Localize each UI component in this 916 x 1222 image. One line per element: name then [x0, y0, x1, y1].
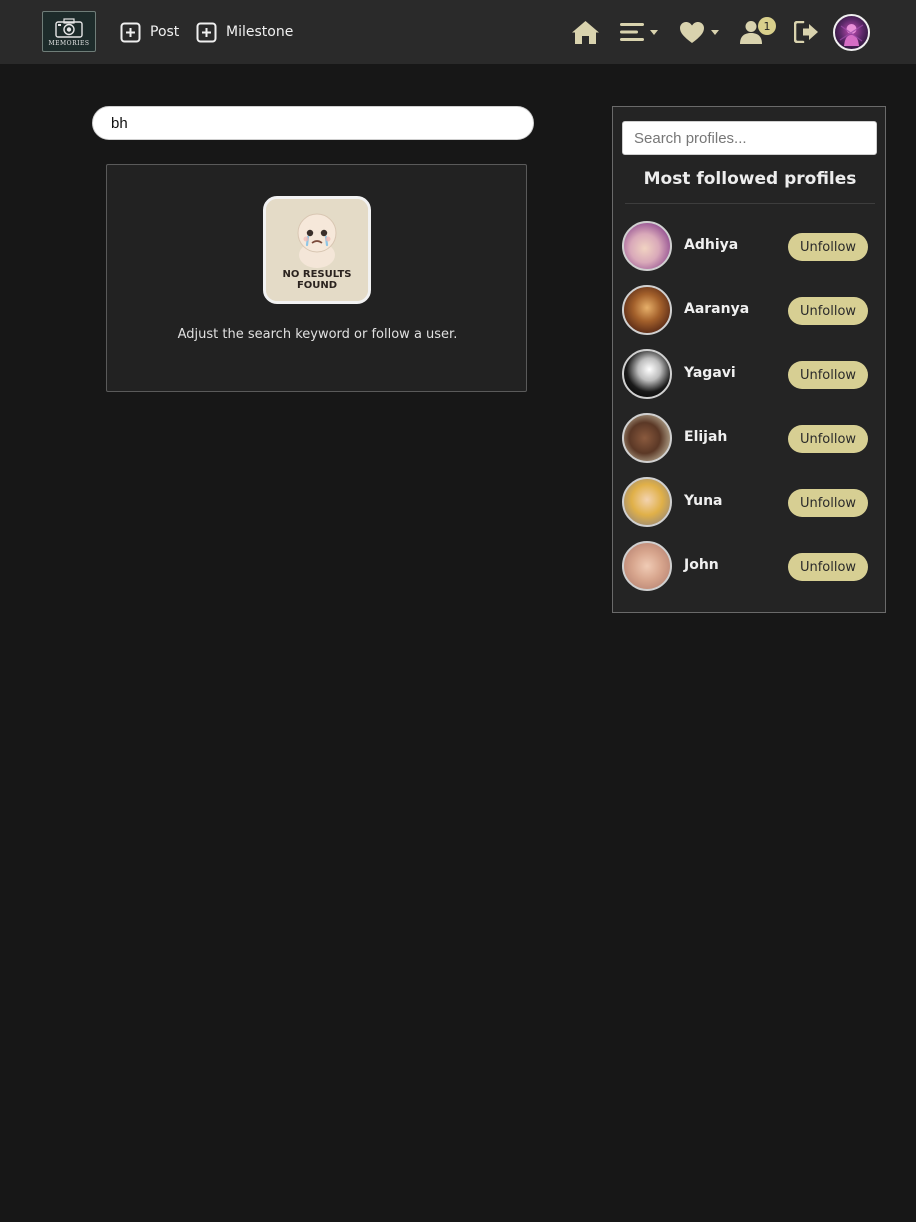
top-navbar: MEMORIES Post Milestone 1: [0, 0, 916, 64]
unfollow-button[interactable]: Unfollow: [788, 553, 868, 581]
profile-row: Adhiya Unfollow: [622, 221, 877, 271]
menu-dropdown[interactable]: [620, 15, 658, 49]
profile-name[interactable]: Aaranya: [684, 301, 749, 317]
profile-row: Yagavi Unfollow: [622, 349, 877, 399]
no-results-message: Adjust the search keyword or follow a us…: [177, 327, 458, 342]
camera-icon: [55, 17, 83, 38]
profile-name[interactable]: John: [684, 557, 719, 573]
avatar[interactable]: [622, 413, 672, 463]
notification-badge: 1: [758, 17, 776, 35]
no-results-image-text: NO RESULTS FOUND: [266, 269, 368, 291]
plus-square-icon: [196, 22, 217, 42]
heart-icon: [680, 21, 704, 43]
unfollow-button[interactable]: Unfollow: [788, 233, 868, 261]
search-profiles-input[interactable]: [622, 121, 877, 155]
profile-name[interactable]: Yuna: [684, 493, 723, 509]
no-results-image: NO RESULTS FOUND: [263, 196, 371, 304]
profile-name[interactable]: Adhiya: [684, 237, 738, 253]
divider: [625, 203, 875, 204]
favorites-dropdown[interactable]: [679, 15, 719, 49]
sidebar-title: Most followed profiles: [643, 169, 857, 189]
user-avatar[interactable]: [833, 14, 870, 51]
plus-square-icon: [120, 22, 141, 42]
milestone-label: Milestone: [226, 24, 294, 40]
logout-icon: [794, 21, 818, 43]
unfollow-button[interactable]: Unfollow: [788, 361, 868, 389]
home-button[interactable]: [571, 15, 600, 49]
logo-text: MEMORIES: [48, 39, 90, 47]
home-icon: [572, 20, 599, 44]
profile-name[interactable]: Elijah: [684, 429, 727, 445]
profile-row: Aaranya Unfollow: [622, 285, 877, 335]
new-milestone-button[interactable]: Milestone: [196, 18, 293, 46]
image-text-line2: FOUND: [296, 280, 338, 291]
profile-row: Yuna Unfollow: [622, 477, 877, 527]
most-followed-sidebar: Most followed profiles Adhiya Unfollow A…: [612, 106, 886, 613]
new-post-button[interactable]: Post: [120, 18, 179, 46]
unfollow-button[interactable]: Unfollow: [788, 425, 868, 453]
profile-name[interactable]: Yagavi: [684, 365, 736, 381]
profile-row: Elijah Unfollow: [622, 413, 877, 463]
unfollow-button[interactable]: Unfollow: [788, 489, 868, 517]
menu-icon: [620, 23, 644, 41]
unfollow-button[interactable]: Unfollow: [788, 297, 868, 325]
profile-picture-icon: [839, 24, 864, 46]
logout-button[interactable]: [794, 15, 819, 49]
no-results-card: NO RESULTS FOUND Adjust the search keywo…: [106, 164, 527, 392]
avatar[interactable]: [622, 477, 672, 527]
memories-logo[interactable]: MEMORIES: [42, 11, 96, 52]
post-label: Post: [150, 24, 180, 40]
profile-row: John Unfollow: [622, 541, 877, 591]
avatar[interactable]: [622, 541, 672, 591]
image-text-line1: NO RESULTS: [282, 269, 352, 280]
avatar[interactable]: [622, 349, 672, 399]
search-input[interactable]: [92, 106, 534, 140]
avatar[interactable]: [622, 285, 672, 335]
chevron-down-icon: [711, 29, 719, 35]
avatar[interactable]: [622, 221, 672, 271]
chevron-down-icon: [650, 29, 658, 35]
